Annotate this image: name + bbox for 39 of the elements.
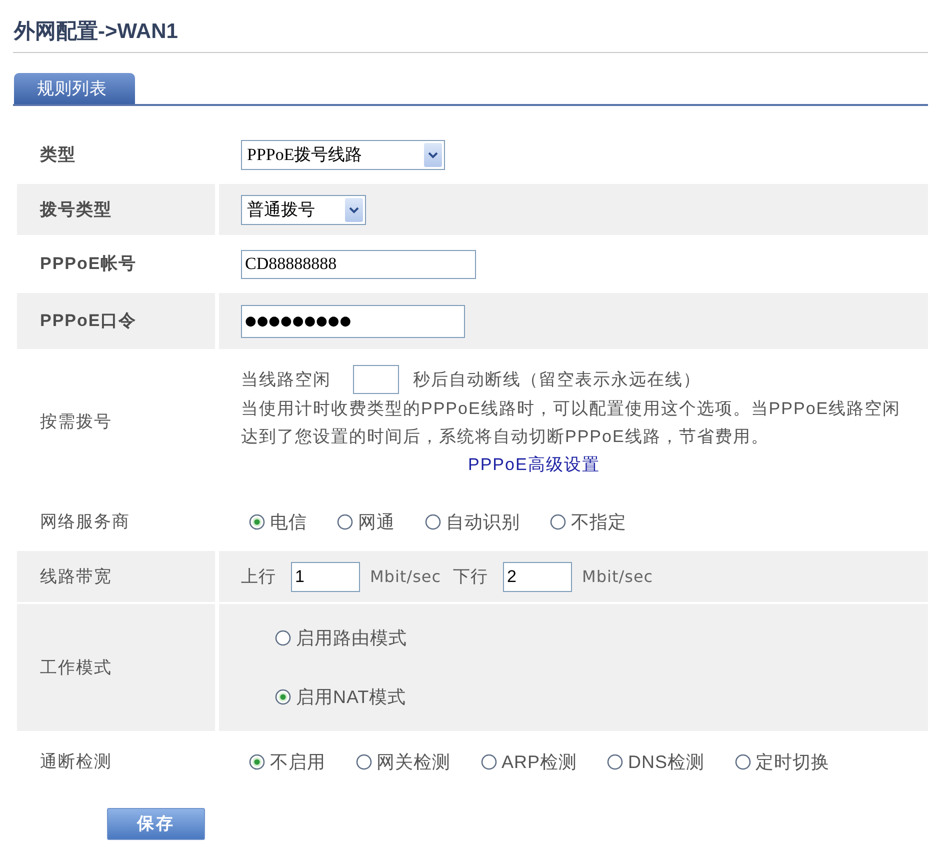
field-text: 当线路空闲: [241, 368, 331, 390]
description-text: 当使用计时收费类型的PPPoE线路时，可以配置使用这个选项。当PPPoE线路空闲达到了您设置的时间后，系统将自动切断PPPoE线路，节省费用。: [241, 398, 902, 448]
radio-option[interactable]: ARP检测: [480, 748, 578, 776]
caret-down-icon: [424, 142, 442, 166]
radio-option[interactable]: 不指定: [550, 508, 626, 536]
input-field[interactable]: [353, 365, 399, 394]
radio-option[interactable]: 启用路由模式: [275, 624, 407, 652]
text-field[interactable]: CD88888888: [241, 250, 476, 278]
field-label: 通断检测: [40, 751, 112, 774]
radio-option[interactable]: 启用NAT模式: [275, 684, 407, 710]
radio-option[interactable]: 网关检测: [356, 748, 450, 776]
radio-option[interactable]: DNS检测: [607, 748, 705, 776]
advanced-settings-link[interactable]: PPPoE高级设置: [468, 451, 600, 479]
dropdown[interactable]: 普通拨号: [241, 194, 366, 224]
field-label: 工作模式: [40, 656, 112, 679]
tab[interactable]: 规则列表: [14, 73, 135, 104]
dropdown[interactable]: PPPoE拨号线路: [241, 140, 445, 170]
field-label: PPPoE口令: [40, 310, 137, 332]
radio-option[interactable]: 自动识别: [425, 508, 520, 536]
radio-option[interactable]: 电信: [249, 508, 307, 536]
password-field[interactable]: ●●●●●●●●●: [241, 304, 465, 338]
field-label: 网络服务商: [40, 511, 130, 534]
field-label: PPPoE帐号: [40, 253, 137, 276]
radio-option[interactable]: 不启用: [249, 748, 326, 776]
page-title: 外网配置->WAN1: [13, 20, 178, 44]
radio-option[interactable]: 网通: [337, 508, 395, 536]
unit-text: Mbit/sec: [370, 566, 442, 588]
field-label: 类型: [40, 144, 76, 166]
field-label: 线路带宽: [40, 566, 112, 588]
field-label: 拨号类型: [40, 198, 112, 221]
radio-option[interactable]: 定时切换: [734, 748, 830, 776]
caret-down-icon: [345, 198, 363, 222]
field-text: 上行: [241, 566, 276, 588]
unit-text: Mbit/sec: [582, 566, 654, 588]
input-field[interactable]: 1: [291, 562, 360, 592]
field-text: 下行: [453, 566, 488, 588]
input-field[interactable]: 2: [503, 562, 572, 592]
field-label: 按需拨号: [40, 411, 112, 434]
field-text: 秒后自动断线（留空表示永远在线）: [413, 368, 701, 390]
